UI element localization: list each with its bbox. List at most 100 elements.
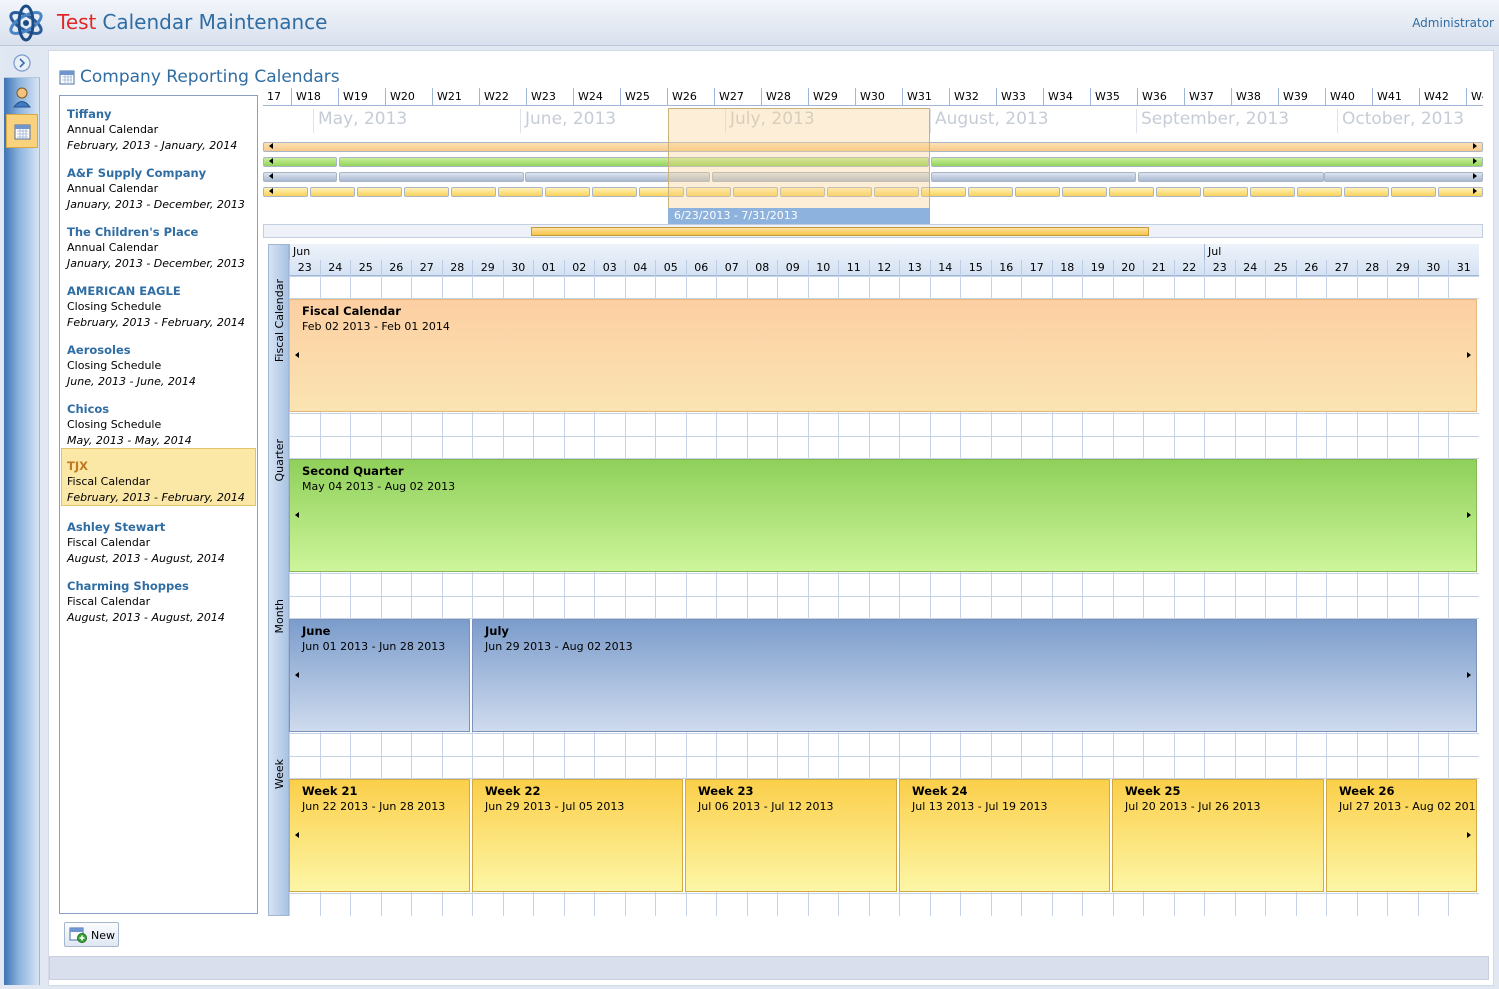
navigator-segment [1138,172,1324,182]
month-appointment[interactable]: July Jun 29 2013 - Aug 02 2013 [472,619,1477,732]
company-item[interactable]: A&F Supply Company Annual Calendar January… [62,156,255,214]
scroll-right-arrow-icon[interactable] [1473,158,1477,164]
appointment-title: Week 25 [1125,784,1181,798]
continues-left-arrow-icon [295,512,299,518]
company-item[interactable]: AMERICAN EAGLE Closing Schedule February, … [62,274,255,332]
navigator-segment [1391,187,1436,197]
group-label: Quarter [269,439,290,595]
company-name: Aerosoles [67,343,131,357]
group-label-text: Week [273,759,286,790]
grid-row-line [289,436,1479,437]
navigator-segment [451,187,496,197]
app-name: Calendar Maintenance [102,10,328,34]
navigator-week-label: W39 [1278,88,1325,106]
day-header: 02 [563,260,595,276]
company-item[interactable]: Tiffany Annual Calendar February, 2013 - J… [62,97,255,155]
navigator-week-label: W33 [996,88,1043,106]
day-header: 26 [1295,260,1327,276]
navigator-week-label: W35 [1090,88,1137,106]
week-appointment[interactable]: Week 23 Jul 06 2013 - Jul 12 2013 [685,779,897,892]
day-header: 27 [1326,260,1357,276]
continues-right-arrow-icon [1467,672,1471,678]
week-appointment[interactable]: Week 24 Jul 13 2013 - Jul 19 2013 [899,779,1110,892]
navigator-week-label: W38 [1231,88,1278,106]
quarter-appointment[interactable]: Second Quarter May 04 2013 - Aug 02 2013 [289,459,1477,572]
user-icon[interactable] [7,82,37,112]
scroll-right-arrow-icon[interactable] [1473,173,1477,179]
navigator-week-label: 17 [263,88,291,106]
company-item[interactable]: TJX Fiscal Calendar February, 2013 - Febru… [61,448,256,506]
navigator-segment [592,187,637,197]
timeline-navigator[interactable]: 17 W18 W19 W20 W21 W22 W23 W24 W25 W26 W27 W28 W29 W3… [263,88,1483,238]
company-item[interactable]: The Children's Place Annual Calendar Janua… [62,215,255,273]
week-appointment[interactable]: Week 26 Jul 27 2013 - Aug 02 201 [1326,779,1477,892]
day-header: 16 [990,260,1022,276]
rail-calendar-button[interactable] [6,114,38,148]
navigator-week-label: W29 [808,88,855,106]
day-header: 19 [1082,260,1113,276]
new-button[interactable]: New [64,922,119,947]
month-appointment[interactable]: June Jun 01 2013 - Jun 28 2013 [289,619,470,732]
calendar-add-icon [69,927,87,943]
scroll-left-arrow-icon[interactable] [269,143,273,149]
rail-top [4,50,40,78]
day-header: 31 [1448,260,1479,276]
calendar-icon [59,70,75,85]
company-item[interactable]: Ashley Stewart Fiscal Calendar August, 201… [62,510,255,568]
navigator-week-label: W20 [385,88,432,106]
expand-arrow-icon[interactable] [7,49,37,79]
day-header: 22 [1173,260,1205,276]
navigator-week-label: W37 [1184,88,1231,106]
appointment-dates: Jul 06 2013 - Jul 12 2013 [698,800,834,813]
grid-row-line [289,276,1479,277]
company-type: Annual Calendar [67,182,159,195]
left-rail [4,50,40,985]
grid-row-line [289,756,1479,757]
scroll-right-arrow-icon[interactable] [1473,188,1477,194]
week-appointment[interactable]: Week 22 Jun 29 2013 - Jul 05 2013 [472,779,683,892]
scroll-left-arrow-icon[interactable] [269,188,273,194]
company-type: Closing Schedule [67,359,162,372]
new-button-label: New [91,929,115,942]
navigator-week-label: W34 [1043,88,1090,106]
navigator-week-label: W42 [1419,88,1466,106]
grid-row-line [289,413,1479,414]
group-label: Month [269,599,290,755]
appointment-dates: Jul 20 2013 - Jul 26 2013 [1125,800,1261,813]
navigator-selection-window[interactable] [668,108,930,224]
scheduler: Fiscal Calendar Quarter Month Week Jun Jul 23… [268,244,1479,916]
week-appointment[interactable]: Week 21 Jun 22 2013 - Jun 28 2013 [289,779,470,892]
day-header: 29 [1387,260,1418,276]
company-name: Ashley Stewart [67,520,166,534]
scroll-left-arrow-icon[interactable] [269,158,273,164]
navigator-week-label: W25 [620,88,667,106]
day-header: 13 [899,260,930,276]
appointment-dates: Jun 01 2013 - Jun 28 2013 [302,640,446,653]
company-type: Annual Calendar [67,123,159,136]
company-item[interactable]: Aerosoles Closing Schedule June, 2013 - Ju… [62,333,255,391]
day-header: 12 [868,260,900,276]
navigator-segment [310,187,355,197]
scroll-left-arrow-icon[interactable] [269,173,273,179]
appointment-dates: Feb 02 2013 - Feb 01 2014 [302,320,450,333]
navigator-scroll-thumb[interactable] [531,227,1149,236]
company-name: AMERICAN EAGLE [67,284,181,298]
continues-left-arrow-icon [295,832,299,838]
navigator-scrollbar[interactable] [263,224,1483,238]
app-title: Test Calendar Maintenance [57,10,327,34]
week-appointment[interactable]: Week 25 Jul 20 2013 - Jul 26 2013 [1112,779,1324,892]
company-range: February, 2013 - February, 2014 [67,316,245,329]
company-type: Fiscal Calendar [67,536,151,549]
company-item[interactable]: Charming Shoppes Fiscal Calendar August, 2… [62,569,255,627]
day-header: 23 [289,260,320,276]
navigator-segment [1156,187,1201,197]
continues-right-arrow-icon [1467,832,1471,838]
navigator-week-label: W41 [1372,88,1419,106]
user-link[interactable]: Administrator [1412,16,1494,30]
day-header: 08 [746,260,778,276]
company-item[interactable]: Chicos Closing Schedule May, 2013 - May, 2… [62,392,255,450]
fiscal-appointment[interactable]: Fiscal Calendar Feb 02 2013 - Feb 01 2014 [289,299,1477,412]
scroll-right-arrow-icon[interactable] [1473,143,1477,149]
navigator-week-label: W23 [526,88,573,106]
navigator-week-label: W26 [667,88,714,106]
